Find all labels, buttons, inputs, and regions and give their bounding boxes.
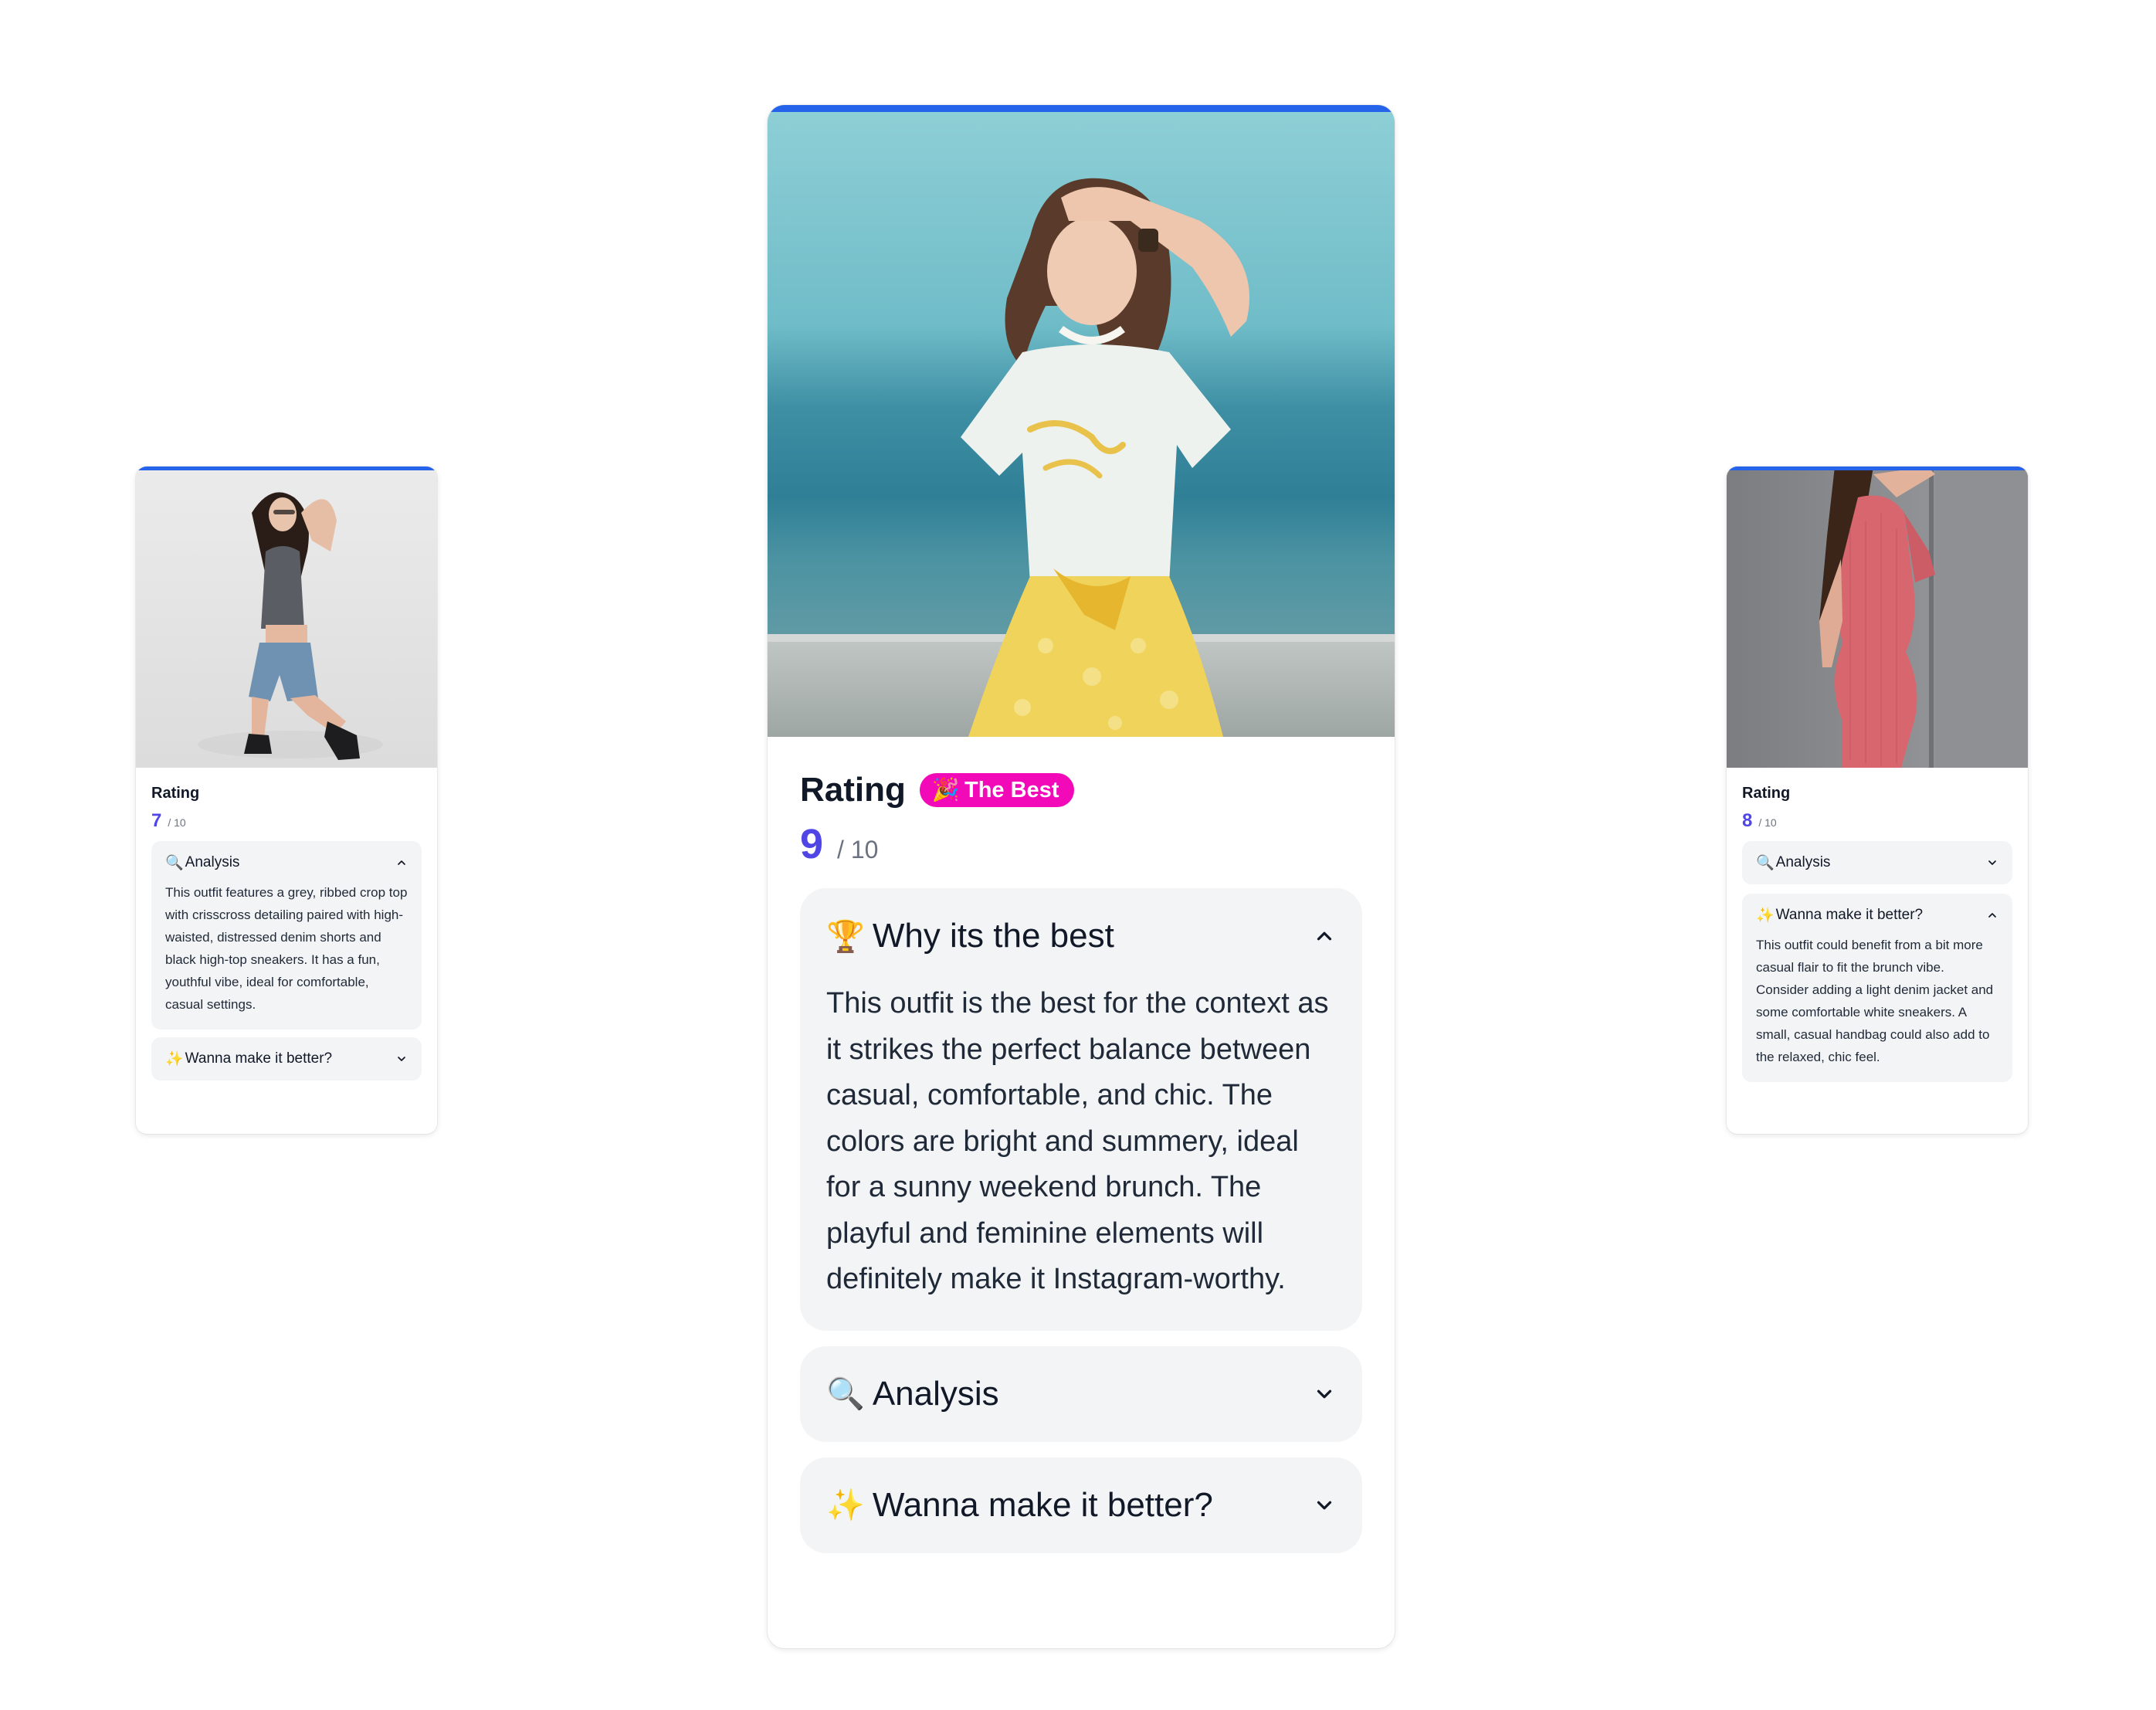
- outfit-photo-image: [136, 467, 437, 768]
- analysis-accordion: 🔍 Analysis This outfit features a grey, …: [151, 841, 422, 1030]
- improve-accordion: ✨ Wanna make it better? This outfit coul…: [1742, 894, 2012, 1082]
- improve-accordion-title: ✨ Wanna make it better?: [826, 1486, 1213, 1525]
- rating-score-max: / 10: [1758, 816, 1777, 829]
- analysis-title-text: Analysis: [872, 1374, 999, 1413]
- analysis-accordion-header[interactable]: 🔍 Analysis: [165, 841, 408, 884]
- score-row: 8 / 10: [1742, 810, 2012, 832]
- outfit-photo-image: [768, 105, 1395, 737]
- rating-score: 8: [1742, 810, 1753, 831]
- analysis-accordion-title: 🔍 Analysis: [826, 1375, 999, 1413]
- score-row: 9 / 10: [800, 820, 1362, 868]
- rating-label: Rating: [1742, 785, 1791, 802]
- magnifier-icon: 🔍: [1756, 855, 1775, 871]
- chevron-down-icon[interactable]: [395, 1053, 408, 1065]
- improve-accordion-title: ✨ Wanna make it better?: [165, 1050, 332, 1068]
- analysis-accordion-title: 🔍 Analysis: [165, 853, 239, 872]
- chevron-up-icon[interactable]: [395, 857, 408, 869]
- improve-accordion-body: This outfit could benefit from a bit mor…: [1756, 938, 1994, 1064]
- magnifier-icon: 🔍: [826, 1377, 865, 1411]
- card-info: Rating 8 / 10 🔍 Analysis ✨ Wanna make it: [1727, 768, 2028, 1082]
- analysis-accordion-body: This outfit features a grey, ribbed crop…: [165, 885, 408, 1012]
- chevron-up-icon[interactable]: [1313, 925, 1336, 948]
- rating-score-max: / 10: [168, 816, 186, 829]
- why-best-accordion-body: This outfit is the best for the context …: [826, 987, 1329, 1295]
- rating-score: 7: [151, 810, 162, 831]
- improve-accordion-title: ✨ Wanna make it better?: [1756, 906, 1923, 925]
- rating-label: Rating: [800, 771, 906, 809]
- outfit-photo: [768, 105, 1395, 737]
- rating-label: Rating: [151, 785, 200, 802]
- magnifier-icon: 🔍: [165, 855, 184, 871]
- trophy-icon: 🏆: [826, 919, 865, 954]
- analysis-title-text: Analysis: [185, 854, 240, 870]
- card-info: Rating 7 / 10 🔍 Analysis This outfit fea…: [136, 768, 437, 1081]
- outfit-photo: [136, 467, 437, 768]
- sparkles-icon: ✨: [1756, 908, 1775, 924]
- rating-row: Rating 🎉 The Best: [800, 771, 1362, 809]
- why-best-accordion-title: 🏆 Why its the best: [826, 917, 1114, 955]
- analysis-title-text: Analysis: [1775, 854, 1831, 870]
- analysis-accordion-header[interactable]: 🔍 Analysis: [826, 1346, 1336, 1442]
- rating-row: Rating: [1742, 785, 2012, 802]
- analysis-accordion: 🔍 Analysis: [800, 1345, 1362, 1442]
- best-badge-text: The Best: [964, 777, 1059, 802]
- analysis-accordion: 🔍 Analysis: [1742, 841, 2012, 884]
- improve-accordion-header[interactable]: ✨ Wanna make it better?: [165, 1037, 408, 1081]
- why-best-accordion: 🏆 Why its the best This outfit is the be…: [800, 888, 1362, 1331]
- rating-score: 9: [800, 821, 824, 867]
- outfit-card-center: Rating 🎉 The Best 9 / 10 🏆 Why its the b…: [768, 105, 1395, 1648]
- outfit-photo-image: [1727, 467, 2028, 768]
- analysis-accordion-title: 🔍 Analysis: [1756, 853, 1830, 872]
- improve-accordion-header[interactable]: ✨ Wanna make it better?: [1756, 894, 1998, 937]
- outfit-card-right: Rating 8 / 10 🔍 Analysis ✨ Wanna make it: [1727, 467, 2028, 1134]
- analysis-accordion-header[interactable]: 🔍 Analysis: [1756, 841, 1998, 884]
- card-accent-bar: [136, 467, 437, 470]
- why-best-title-text: Why its the best: [872, 917, 1114, 955]
- card-accent-bar: [1727, 467, 2028, 470]
- chevron-up-icon[interactable]: [1986, 909, 1998, 921]
- chevron-down-icon[interactable]: [1986, 857, 1998, 869]
- party-icon: 🎉: [931, 778, 960, 802]
- chevron-down-icon[interactable]: [1313, 1494, 1336, 1517]
- chevron-down-icon[interactable]: [1313, 1383, 1336, 1406]
- sparkles-icon: ✨: [826, 1488, 865, 1522]
- card-info: Rating 🎉 The Best 9 / 10 🏆 Why its the b…: [768, 737, 1395, 1553]
- improve-accordion: ✨ Wanna make it better?: [151, 1037, 422, 1081]
- improve-title-text: Wanna make it better?: [1775, 907, 1924, 923]
- score-row: 7 / 10: [151, 810, 422, 832]
- card-accent-bar: [768, 105, 1395, 112]
- rating-row: Rating: [151, 785, 422, 802]
- improve-title-text: Wanna make it better?: [185, 1050, 333, 1067]
- outfit-photo: [1727, 467, 2028, 768]
- best-badge: 🎉 The Best: [919, 773, 1075, 807]
- sparkles-icon: ✨: [165, 1051, 184, 1067]
- rating-score-max: / 10: [837, 836, 879, 863]
- improve-title-text: Wanna make it better?: [872, 1485, 1213, 1524]
- improve-accordion: ✨ Wanna make it better?: [800, 1457, 1362, 1553]
- improve-accordion-header[interactable]: ✨ Wanna make it better?: [826, 1457, 1336, 1553]
- outfit-card-left: Rating 7 / 10 🔍 Analysis This outfit fea…: [136, 467, 437, 1134]
- why-best-accordion-header[interactable]: 🏆 Why its the best: [826, 888, 1336, 984]
